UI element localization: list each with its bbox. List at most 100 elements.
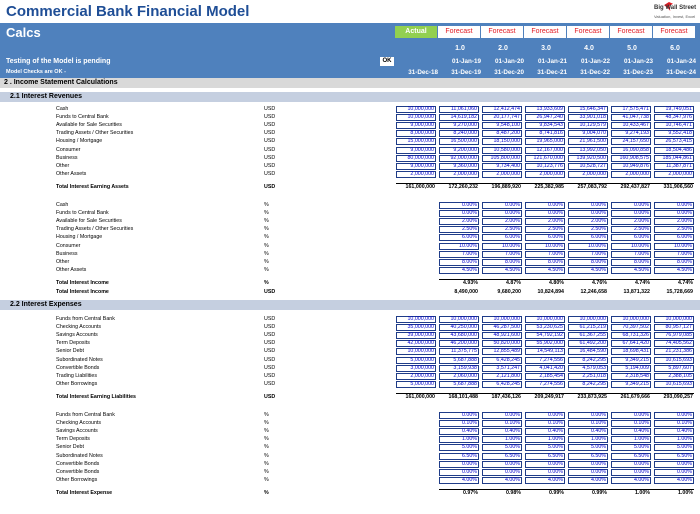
input-cell[interactable]: 0.00% [482,468,522,476]
input-cell[interactable]: 0.40% [482,428,522,436]
input-cell[interactable]: 11,061,060 [439,106,479,113]
input-cell[interactable]: 46,287,500 [482,324,522,332]
input-cell[interactable]: 12,167,000 [525,146,565,154]
input-cell[interactable]: 0.00% [525,460,565,468]
input-cell[interactable]: 2.50% [654,226,694,234]
input-cell[interactable]: 8.00% [525,258,565,266]
input-cell[interactable]: 4,579,053 [568,364,608,372]
input-cell[interactable]: 10,000,000 [611,316,651,323]
input-cell[interactable]: 0.00% [525,210,565,218]
input-cell[interactable]: 2,000,000 [654,170,694,178]
input-cell[interactable]: 9,734,400 [482,162,522,170]
input-cell[interactable]: 0.00% [439,412,479,419]
input-cell[interactable]: 160,908,575 [611,154,651,162]
input-cell[interactable]: 2,318,548 [611,372,651,380]
input-cell[interactable]: 0.00% [654,202,694,209]
input-cell[interactable]: 0.40% [568,428,608,436]
input-cell[interactable]: 0.00% [654,210,694,218]
input-cell[interactable]: 4.00% [482,476,522,484]
input-cell[interactable]: 105,800,000 [482,154,522,162]
input-cell[interactable]: 0.00% [439,460,479,468]
input-cell[interactable]: 26,573,415 [654,138,694,146]
input-cell[interactable]: 13,933,609 [525,106,565,113]
input-cell[interactable]: 6.50% [482,452,522,460]
input-cell[interactable]: 20,177,747 [482,114,522,122]
input-cell[interactable]: 2.50% [611,226,651,234]
input-cell[interactable]: 10,000,000 [396,114,436,122]
input-cell[interactable]: 1.00% [654,436,694,444]
input-cell[interactable]: 1.00% [525,436,565,444]
input-cell[interactable]: 6.00% [525,234,565,242]
input-cell[interactable]: 50,820,000 [482,340,522,348]
input-cell[interactable]: 4.00% [611,476,651,484]
input-cell[interactable]: 8.00% [654,258,694,266]
input-cell[interactable]: 0.00% [568,468,608,476]
input-cell[interactable]: 0.10% [439,420,479,428]
input-cell[interactable]: 2,251,018 [568,372,608,380]
input-cell[interactable]: 5,897,607 [654,364,694,372]
input-cell[interactable]: 4.00% [439,476,479,484]
input-cell[interactable]: 2.00% [611,218,651,226]
input-cell[interactable]: 0.00% [439,202,479,209]
input-cell[interactable]: 16,090,858 [611,146,651,154]
input-cell[interactable]: 2,000,000 [439,170,479,178]
input-cell[interactable]: 80,000,000 [396,154,436,162]
input-cell[interactable]: 0.00% [568,202,608,209]
input-cell[interactable]: 4.50% [654,266,694,274]
input-cell[interactable]: 48,921,600 [482,332,522,340]
input-cell[interactable]: 10,000,000 [654,316,694,323]
input-cell[interactable]: 0.10% [482,420,522,428]
input-cell[interactable]: 61,492,200 [568,340,608,348]
input-cell[interactable]: 41,047,738 [611,114,651,122]
input-cell[interactable]: 6.50% [654,452,694,460]
input-cell[interactable]: 10,528,727 [568,162,608,170]
input-cell[interactable]: 4.00% [525,476,565,484]
input-cell[interactable]: 2,000,000 [396,170,436,178]
input-cell[interactable]: 12,855,489 [482,348,522,356]
input-cell[interactable]: 0.00% [611,460,651,468]
input-cell[interactable]: 10,615,693 [654,380,694,388]
input-cell[interactable]: 10,949,876 [611,162,651,170]
input-cell[interactable]: 9,548,100 [482,122,522,130]
input-cell[interactable]: 6.00% [654,234,694,242]
input-cell[interactable]: 8,487,200 [482,130,522,138]
input-cell[interactable]: 16,484,590 [568,348,608,356]
input-cell[interactable]: 0.00% [482,210,522,218]
input-cell[interactable]: 3,000,000 [396,364,436,372]
input-cell[interactable]: 2,000,000 [396,372,436,380]
input-cell[interactable]: 2.50% [439,226,479,234]
input-cell[interactable]: 7,274,556 [525,380,565,388]
input-cell[interactable]: 7.00% [568,250,608,258]
input-cell[interactable]: 15,646,347 [568,106,608,113]
input-cell[interactable]: 6.50% [525,452,565,460]
input-cell[interactable]: 9,004,070 [568,130,608,138]
input-cell[interactable]: 10,000,000 [482,316,522,323]
input-cell[interactable]: 2,185,454 [525,372,565,380]
input-cell[interactable]: 3,571,247 [482,364,522,372]
input-cell[interactable]: 74,405,562 [654,340,694,348]
input-cell[interactable]: 92,000,000 [439,154,479,162]
input-cell[interactable]: 5.00% [611,444,651,452]
input-cell[interactable]: 76,979,085 [654,332,694,340]
input-cell[interactable]: 6.00% [611,234,651,242]
input-cell[interactable]: 8.00% [439,258,479,266]
input-cell[interactable]: 10,580,000 [482,146,522,154]
input-cell[interactable]: 12,412,474 [482,106,522,113]
input-cell[interactable]: 48,347,976 [654,114,694,122]
input-cell[interactable]: 61,367,255 [568,332,608,340]
input-cell[interactable]: 17,575,471 [611,106,651,113]
input-cell[interactable]: 19,965,000 [525,138,565,146]
input-cell[interactable]: 6,428,245 [482,380,522,388]
input-cell[interactable]: 0.00% [482,412,522,419]
input-cell[interactable]: 2,000,000 [482,170,522,178]
input-cell[interactable]: 0.10% [568,420,608,428]
input-cell[interactable]: 0.00% [568,412,608,419]
input-cell[interactable]: 9,360,000 [439,162,479,170]
input-cell[interactable]: 5,687,888 [439,380,479,388]
input-cell[interactable]: 0.00% [525,412,565,419]
input-cell[interactable]: 4.50% [611,266,651,274]
input-cell[interactable]: 18,504,486 [654,146,694,154]
input-cell[interactable]: 21,231,386 [654,348,694,356]
input-cell[interactable]: 5.00% [482,444,522,452]
input-cell[interactable]: 10.00% [482,242,522,250]
